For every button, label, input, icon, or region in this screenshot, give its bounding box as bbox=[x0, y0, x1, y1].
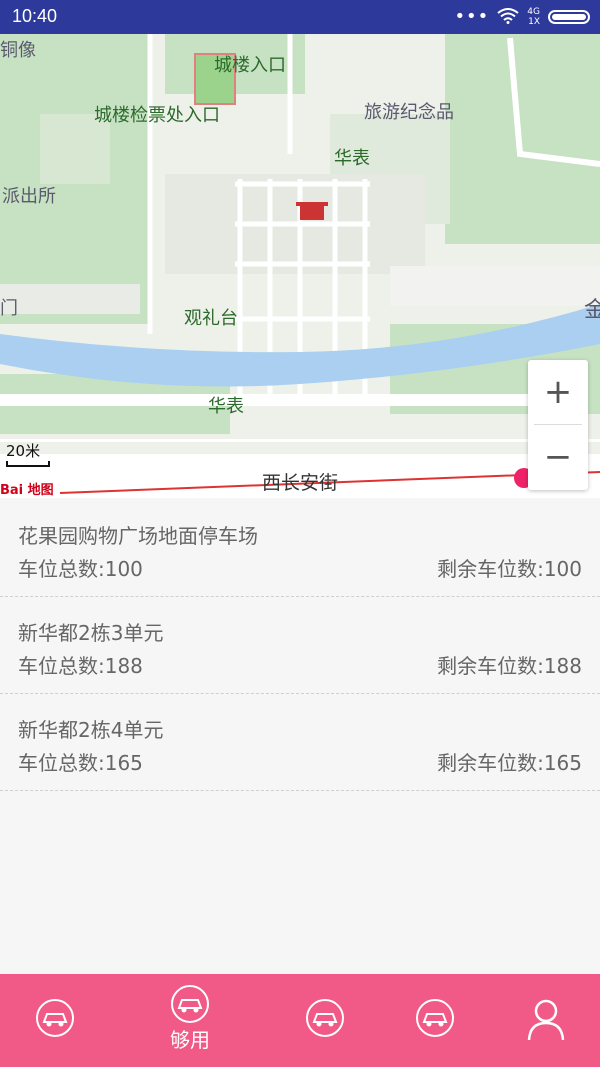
zoom-control: + − bbox=[528, 360, 588, 490]
map-view[interactable]: 铜像 城楼入口 城楼检票处入口 旅游纪念品 华表 派出所 门 观礼台 华表 西长… bbox=[0, 34, 600, 498]
parking-remaining: 剩余车位数:188 bbox=[437, 654, 582, 678]
map-label-souvenir: 旅游纪念品 bbox=[364, 102, 454, 123]
wifi-icon bbox=[497, 7, 519, 27]
map-label-viewing-stand: 观礼台 bbox=[184, 308, 238, 329]
car-icon bbox=[171, 985, 209, 1023]
map-label-huabiao-bottom: 华表 bbox=[208, 396, 244, 417]
tab-4[interactable] bbox=[385, 974, 485, 1067]
parking-remaining: 剩余车位数:165 bbox=[437, 751, 582, 775]
parking-name: 花果园购物广场地面停车场 bbox=[18, 524, 258, 548]
tab-2-label: 够用 bbox=[170, 1028, 210, 1052]
map-scale-bar bbox=[6, 461, 50, 467]
map-label-statue: 铜像 bbox=[0, 40, 36, 61]
car-icon bbox=[36, 999, 74, 1037]
parking-remaining: 剩余车位数:100 bbox=[437, 557, 582, 581]
parking-list: 花果园购物广场地面停车场 车位总数:100 剩余车位数:100 新华都2栋3单元… bbox=[0, 500, 600, 791]
list-item[interactable]: 新华都2栋4单元 车位总数:165 剩余车位数:165 bbox=[0, 694, 600, 791]
list-item[interactable]: 花果园购物广场地面停车场 车位总数:100 剩余车位数:100 bbox=[0, 500, 600, 597]
parking-name: 新华都2栋3单元 bbox=[18, 621, 164, 645]
car-icon bbox=[306, 999, 344, 1037]
signal-icon: 4G 1X bbox=[527, 7, 540, 27]
map-label-edge: 金 bbox=[584, 298, 600, 323]
car-icon bbox=[416, 999, 454, 1037]
map-label-gate-entrance: 城楼入口 bbox=[214, 55, 286, 76]
parking-total: 车位总数:188 bbox=[18, 654, 143, 678]
map-label-huabiao-top: 华表 bbox=[334, 148, 370, 169]
tab-2[interactable]: 够用 bbox=[140, 974, 240, 1067]
map-label-street: 西长安街 bbox=[262, 472, 339, 494]
parking-total: 车位总数:165 bbox=[18, 751, 143, 775]
bottom-tab-bar: 够用 bbox=[0, 974, 600, 1067]
zoom-out-button[interactable]: − bbox=[528, 425, 588, 489]
parking-name: 新华都2栋4单元 bbox=[18, 718, 164, 742]
map-label-ticket-entrance: 城楼检票处入口 bbox=[94, 105, 220, 126]
parking-total: 车位总数:100 bbox=[18, 557, 143, 581]
battery-icon bbox=[548, 10, 590, 24]
more-dots-icon: ••• bbox=[454, 6, 490, 27]
tab-3[interactable] bbox=[275, 974, 375, 1067]
tab-1[interactable] bbox=[5, 974, 105, 1067]
tab-5[interactable] bbox=[496, 974, 596, 1067]
user-icon bbox=[527, 999, 565, 1041]
list-item[interactable]: 新华都2栋3单元 车位总数:188 剩余车位数:188 bbox=[0, 597, 600, 694]
status-bar: 10:40 ••• 4G 1X bbox=[0, 0, 600, 34]
map-label-gate-left: 门 bbox=[0, 298, 18, 319]
status-time: 10:40 bbox=[12, 6, 58, 26]
map-scale-label: 20米 bbox=[6, 442, 41, 460]
map-label-police: 派出所 bbox=[2, 186, 56, 207]
zoom-in-button[interactable]: + bbox=[528, 360, 588, 424]
map-logo: Bai 地图 bbox=[0, 483, 54, 498]
